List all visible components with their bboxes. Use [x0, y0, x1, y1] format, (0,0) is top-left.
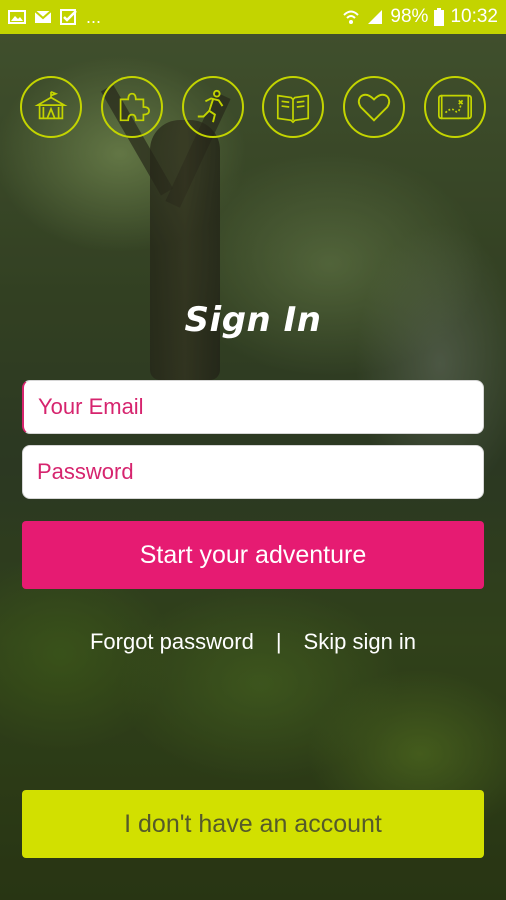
battery-icon: [434, 8, 445, 26]
forgot-password-link[interactable]: Forgot password: [90, 629, 254, 655]
password-field[interactable]: [22, 445, 484, 499]
treasure-map-icon[interactable]: [423, 76, 486, 138]
start-adventure-button[interactable]: Start your adventure: [22, 521, 484, 589]
activity-icon-row: [20, 76, 486, 138]
book-icon[interactable]: [262, 76, 325, 138]
signal-icon: [368, 10, 383, 24]
email-field[interactable]: [22, 380, 484, 434]
mail-notification-icon: [34, 10, 52, 23]
running-person-icon[interactable]: [181, 76, 244, 138]
puzzle-icon[interactable]: [100, 76, 163, 138]
page-title: Sign In: [184, 300, 322, 340]
skip-sign-in-link[interactable]: Skip sign in: [304, 629, 417, 655]
battery-percent: 98%: [390, 6, 429, 27]
auth-links: Forgot password | Skip sign in: [0, 627, 506, 657]
link-separator: |: [275, 629, 282, 654]
status-bar: ... 98% 10:32: [0, 0, 506, 34]
image-notification-icon: [8, 10, 26, 24]
heart-icon[interactable]: [343, 76, 406, 138]
clock: 10:32: [450, 6, 498, 27]
no-account-button[interactable]: I don't have an account: [22, 790, 484, 858]
circus-tent-icon[interactable]: [20, 76, 82, 138]
check-notification-icon: [60, 9, 77, 25]
wifi-icon: [343, 10, 360, 24]
more-notifications: ...: [86, 6, 102, 27]
